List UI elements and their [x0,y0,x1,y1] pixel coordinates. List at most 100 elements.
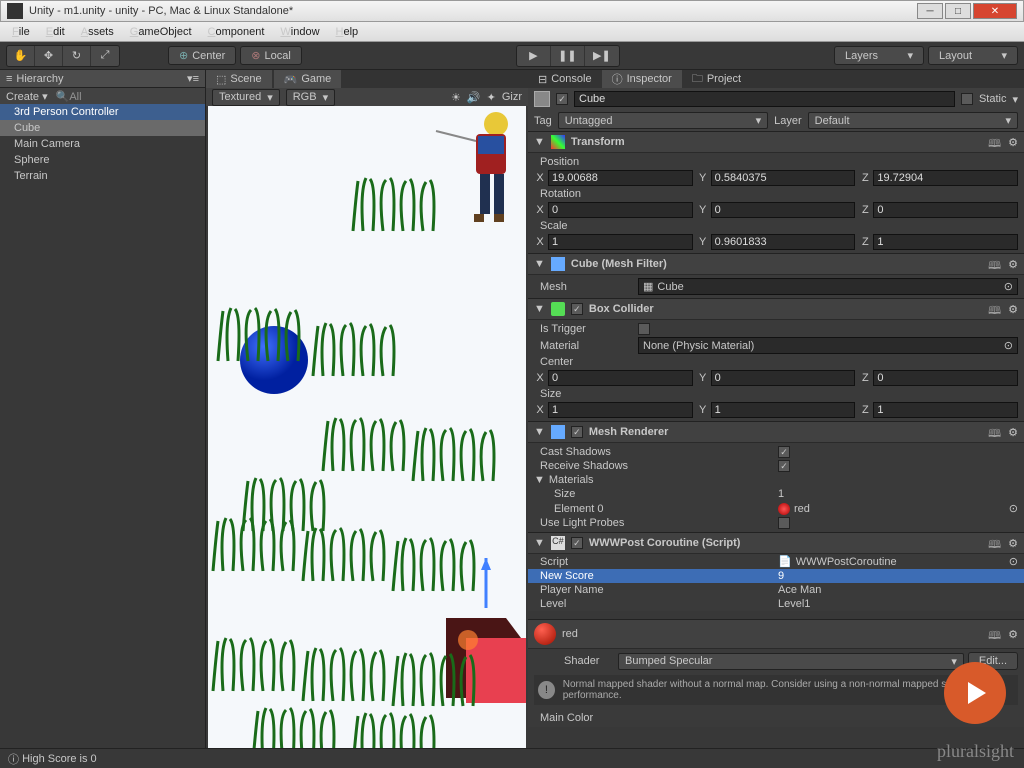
help-icon[interactable]: 🕮 [988,302,1002,316]
maximize-button[interactable]: □ [945,3,971,19]
hand-tool[interactable]: ✋ [7,46,35,66]
scale-z[interactable]: 1 [873,234,1018,250]
layers-dropdown[interactable]: Layers▾ [834,46,924,65]
hierarchy-item[interactable]: Main Camera [0,136,205,152]
gameobject-name-field[interactable]: Cube [574,91,955,107]
physmaterial-field[interactable]: None (Physic Material)⊙ [638,337,1018,354]
castshadows-checkbox[interactable]: ✓ [778,446,790,458]
scale-x[interactable]: 1 [548,234,693,250]
light-icon[interactable]: ☀ [451,91,461,104]
shader-dropdown[interactable]: Bumped Specular▾ [618,653,964,670]
static-checkbox[interactable] [961,93,973,105]
scene-viewport[interactable] [208,106,526,768]
game-tab[interactable]: 🎮Game [274,70,342,88]
rotate-tool[interactable]: ↻ [63,46,91,66]
menu-component[interactable]: Component [200,24,273,40]
minimize-button[interactable]: ─ [917,3,943,19]
playername-field[interactable]: Ace Man [778,584,821,596]
inspector-tab[interactable]: ⓘInspector [602,70,682,88]
play-button[interactable]: ▶ [517,46,551,66]
info-icon: ⓘ [8,751,19,767]
pause-button[interactable]: ❚❚ [551,46,585,66]
menu-gameobject[interactable]: GameObject [122,24,200,40]
menu-help[interactable]: Help [328,24,367,40]
scale-y[interactable]: 0.9601833 [711,234,856,250]
gear-icon[interactable]: ⚙ [1008,628,1018,641]
newscore-label: New Score [534,570,774,582]
shading-dropdown[interactable]: Textured▾ [212,89,280,106]
audio-icon[interactable]: 🔊 [467,91,481,104]
help-icon[interactable]: 🕮 [988,135,1002,149]
pivot-toggle[interactable]: ⊕Center [168,46,236,65]
status-bar: ⓘ High Score is 0 [0,748,1024,768]
level-field[interactable]: Level1 [778,598,810,610]
menu-assets[interactable]: Assets [73,24,122,40]
window-title: Unity - m1.unity - unity - PC, Mac & Lin… [29,5,917,17]
hierarchy-item[interactable]: Sphere [0,152,205,168]
gear-icon[interactable]: ⚙ [1008,136,1018,149]
hierarchy-item[interactable]: Cube [0,120,205,136]
pos-y[interactable]: 0.5840375 [711,170,856,186]
rot-z[interactable]: 0 [873,202,1018,218]
panel-menu-icon[interactable]: ▾≡ [187,72,199,85]
active-checkbox[interactable]: ✓ [556,93,568,105]
istrigger-checkbox[interactable] [638,323,650,335]
hierarchy-item[interactable]: Terrain [0,168,205,184]
gameobject-icon [534,91,550,107]
meshfilter-header[interactable]: ▼ Cube (Mesh Filter) 🕮⚙ [528,253,1024,275]
help-icon[interactable]: 🕮 [988,257,1002,271]
scene-tab[interactable]: ⬚Scene [206,70,272,88]
fx-icon[interactable]: ✦ [487,91,496,104]
collider-enabled[interactable]: ✓ [571,303,583,315]
menu-bar: File Edit Assets GameObject Component Wi… [0,22,1024,42]
gear-icon[interactable]: ⚙ [1008,537,1018,550]
script-header[interactable]: ▼C# ✓ WWWPost Coroutine (Script) 🕮⚙ [528,532,1024,554]
step-button[interactable]: ▶❚ [585,46,619,66]
renderer-enabled[interactable]: ✓ [571,426,583,438]
pos-x[interactable]: 19.00688 [548,170,693,186]
menu-file[interactable]: File [4,24,38,40]
close-button[interactable]: ✕ [973,3,1017,19]
space-toggle[interactable]: ⊗Local [240,46,302,65]
recvshadows-checkbox[interactable]: ✓ [778,460,790,472]
console-tab[interactable]: ⊟Console [528,70,602,88]
inspector-icon: ⓘ [612,71,623,87]
hierarchy-icon: ≡ [6,73,12,85]
hierarchy-tab[interactable]: ≡ Hierarchy ▾≡ [0,70,205,88]
gizmos-dropdown[interactable]: Gizr [502,91,522,103]
pos-z[interactable]: 19.72904 [873,170,1018,186]
rot-y[interactable]: 0 [711,202,856,218]
search-field[interactable]: 🔍All [56,90,82,103]
menu-edit[interactable]: Edit [38,24,73,40]
gear-icon[interactable]: ⚙ [1008,426,1018,439]
help-icon[interactable]: 🕮 [988,425,1002,439]
mesh-field[interactable]: ▦Cube⊙ [638,278,1018,295]
script-icon: C# [551,536,565,550]
move-tool[interactable]: ✥ [35,46,63,66]
transform-header[interactable]: ▼ Transform 🕮 ⚙ [528,131,1024,153]
scale-tool[interactable]: ⤢ [91,46,119,66]
material-header[interactable]: red 🕮⚙ [528,619,1024,649]
gear-icon[interactable]: ⚙ [1008,303,1018,316]
project-tab[interactable]: 🗀Project [682,70,751,88]
render-dropdown[interactable]: RGB▾ [286,89,335,106]
meshrenderer-header[interactable]: ▼ ✓ Mesh Renderer 🕮⚙ [528,421,1024,443]
pluralsight-play-icon [944,662,1006,724]
script-enabled[interactable]: ✓ [571,537,583,549]
app-icon [7,3,23,19]
create-dropdown[interactable]: Create ▾ [6,90,48,103]
inspector-panel: ⊟Console ⓘInspector 🗀Project ✓ Cube Stat… [528,70,1024,768]
rot-x[interactable]: 0 [548,202,693,218]
help-icon[interactable]: 🕮 [988,536,1002,550]
material-ball-icon [778,503,790,515]
boxcollider-header[interactable]: ▼ ✓ Box Collider 🕮⚙ [528,298,1024,320]
lightprobes-checkbox[interactable] [778,517,790,529]
hierarchy-item[interactable]: 3rd Person Controller [0,104,205,120]
menu-window[interactable]: Window [272,24,327,40]
help-icon[interactable]: 🕮 [988,627,1002,641]
layout-dropdown[interactable]: Layout▾ [928,46,1018,65]
gear-icon[interactable]: ⚙ [1008,258,1018,271]
tag-dropdown[interactable]: Untagged▾ [558,112,768,129]
layer-dropdown[interactable]: Default▾ [808,112,1018,129]
newscore-field[interactable]: 9 [778,570,784,582]
